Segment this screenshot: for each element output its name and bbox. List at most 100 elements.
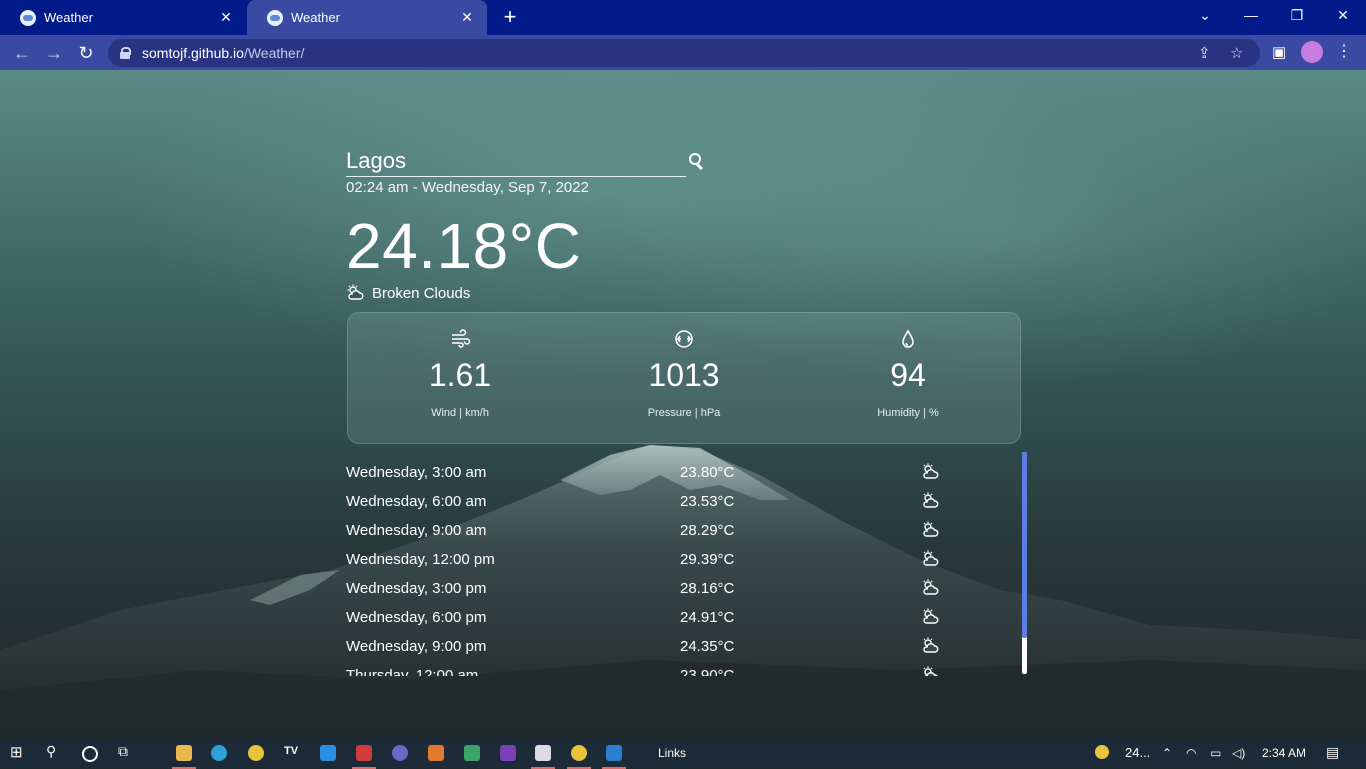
- cloud-sun-icon: [923, 637, 939, 653]
- forecast-temp: 28.16°C: [680, 580, 735, 597]
- weather-app: 02:24 am - Wednesday, Sep 7, 2022 24.18°…: [346, 70, 1027, 738]
- minimize-icon[interactable]: —: [1228, 0, 1274, 32]
- cloud-sun-icon: [923, 608, 939, 624]
- visual-studio-icon[interactable]: [500, 745, 516, 761]
- forecast-temp: 24.91°C: [680, 609, 735, 626]
- tab-title: Weather: [291, 10, 340, 25]
- app-blue-icon[interactable]: [602, 745, 626, 769]
- file-explorer-icon[interactable]: [172, 745, 196, 769]
- forecast-time: Wednesday, 9:00 pm: [346, 638, 487, 655]
- forecast-scrollbar-thumb[interactable]: [1022, 452, 1027, 638]
- chevron-up-icon[interactable]: ⌃: [1162, 746, 1172, 760]
- weather-condition: Broken Clouds: [346, 282, 470, 304]
- current-temperature: 24.18°C: [346, 210, 582, 282]
- browser-tab-2-active[interactable]: Weather ✕: [247, 0, 487, 35]
- profile-avatar[interactable]: [1301, 41, 1323, 63]
- local-datetime: 02:24 am - Wednesday, Sep 7, 2022: [346, 179, 589, 196]
- weather-stats-card: 1.61 Wind | km/h 1013 Pressure | hPa 94 …: [347, 312, 1021, 444]
- chrome-active-icon[interactable]: [567, 745, 591, 769]
- forecast-scrollbar[interactable]: [1022, 452, 1027, 674]
- condition-text: Broken Clouds: [372, 284, 471, 302]
- search-taskbar-icon[interactable]: ⚲: [46, 743, 62, 759]
- app-red-icon[interactable]: [352, 745, 376, 769]
- tab-title: Weather: [44, 10, 93, 25]
- weather-taskbar-icon[interactable]: [1095, 745, 1109, 759]
- forecast-time: Thursday, 12:00 am: [346, 667, 479, 676]
- weather-taskbar-temp[interactable]: 24...: [1125, 745, 1150, 760]
- forecast-time: Wednesday, 9:00 am: [346, 522, 487, 539]
- links-toolbar[interactable]: Links: [658, 746, 686, 760]
- reload-icon[interactable]: ↻: [74, 41, 98, 65]
- clock[interactable]: 2:34 AM: [1262, 746, 1306, 760]
- wind-value: 1.61: [428, 357, 492, 393]
- bookmark-star-icon[interactable]: ☆: [1230, 44, 1243, 62]
- menu-icon[interactable]: ⋮: [1336, 41, 1352, 61]
- city-search-input[interactable]: [346, 146, 666, 176]
- wifi-icon[interactable]: ◠: [1186, 746, 1196, 760]
- battery-icon[interactable]: ▭: [1210, 746, 1221, 760]
- forecast-temp: 23.80°C: [680, 464, 735, 481]
- notifications-icon[interactable]: ▤: [1326, 744, 1339, 761]
- forecast-time: Wednesday, 3:00 pm: [346, 580, 487, 597]
- humidity-icon: [902, 329, 914, 348]
- forecast-time: Wednesday, 6:00 am: [346, 493, 487, 510]
- humidity-stat: 94 Humidity | %: [796, 313, 1020, 443]
- forecast-row: Wednesday, 6:00 pm 24.91°C: [346, 603, 1026, 632]
- tradingview-icon[interactable]: TV: [284, 745, 300, 761]
- browser-toolbar: ← → ↻ somtojf.github.io/Weather/ ⇪ ☆ ▣ ⋮: [0, 35, 1366, 70]
- chrome-icon[interactable]: [248, 745, 264, 761]
- weather-favicon-icon: [267, 9, 283, 26]
- close-window-icon[interactable]: ✕: [1320, 0, 1366, 32]
- city-search: [346, 146, 686, 177]
- pressure-stat: 1013 Pressure | hPa: [572, 313, 796, 443]
- address-bar[interactable]: somtojf.github.io/Weather/ ⇪ ☆: [108, 39, 1260, 67]
- cortana-icon[interactable]: [82, 746, 98, 762]
- humidity-value: 94: [890, 357, 926, 393]
- wind-stat: 1.61 Wind | km/h: [348, 313, 572, 443]
- cloud-sun-icon: [347, 284, 364, 300]
- forecast-row: Wednesday, 3:00 pm 28.16°C: [346, 574, 1026, 603]
- cloud-sun-icon: [923, 579, 939, 595]
- app-purple-icon[interactable]: [392, 745, 408, 761]
- pressure-value: 1013: [648, 357, 720, 393]
- forecast-temp: 29.39°C: [680, 551, 735, 568]
- close-tab-icon[interactable]: ✕: [216, 9, 236, 26]
- share-icon[interactable]: ⇪: [1198, 44, 1211, 62]
- hourly-forecast-list[interactable]: Wednesday, 3:00 am 23.80°C Wednesday, 6:…: [346, 458, 1026, 676]
- forecast-row: Wednesday, 9:00 pm 24.35°C: [346, 632, 1026, 661]
- cloud-sun-icon: [923, 492, 939, 508]
- forecast-time: Wednesday, 3:00 am: [346, 464, 487, 481]
- restore-icon[interactable]: ❐: [1274, 0, 1320, 32]
- search-icon[interactable]: [688, 152, 706, 170]
- tab-search-icon[interactable]: ⌄: [1182, 0, 1228, 32]
- volume-icon[interactable]: ◁): [1232, 746, 1245, 760]
- forecast-time: Wednesday, 6:00 pm: [346, 609, 487, 626]
- lock-icon: [120, 47, 131, 59]
- cloud-sun-icon: [923, 666, 938, 676]
- url-host: somtojf.github.io: [142, 45, 244, 61]
- browser-tab-strip: Weather ✕ Weather ✕ + ⌄ — ❐ ✕: [0, 0, 1366, 35]
- forecast-temp: 28.29°C: [680, 522, 735, 539]
- forecast-row: Wednesday, 3:00 am 23.80°C: [346, 458, 1026, 487]
- wind-label: Wind | km/h: [431, 407, 489, 419]
- browser-tab-1[interactable]: Weather ✕: [0, 0, 246, 35]
- app-window-icon[interactable]: [531, 745, 555, 769]
- forward-icon[interactable]: →: [42, 41, 66, 65]
- wind-icon: [452, 329, 471, 348]
- cloud-sun-icon: [923, 521, 939, 537]
- app-green-icon[interactable]: [464, 745, 480, 761]
- url-path: /Weather/: [243, 45, 305, 61]
- task-view-icon[interactable]: ⧉: [118, 743, 134, 759]
- new-tab-button[interactable]: +: [498, 4, 522, 30]
- pressure-icon: [675, 330, 693, 348]
- humidity-label: Humidity | %: [877, 407, 939, 419]
- edge-icon[interactable]: [211, 745, 227, 761]
- forecast-row: Wednesday, 12:00 pm 29.39°C: [346, 545, 1026, 574]
- side-panel-icon[interactable]: ▣: [1272, 43, 1286, 61]
- back-icon[interactable]: ←: [10, 41, 34, 65]
- pressure-label: Pressure | hPa: [647, 407, 721, 419]
- close-tab-icon[interactable]: ✕: [457, 9, 477, 26]
- vscode-icon[interactable]: [320, 745, 336, 761]
- app-orange-icon[interactable]: [428, 745, 444, 761]
- windows-start-icon[interactable]: ⊞: [10, 743, 26, 761]
